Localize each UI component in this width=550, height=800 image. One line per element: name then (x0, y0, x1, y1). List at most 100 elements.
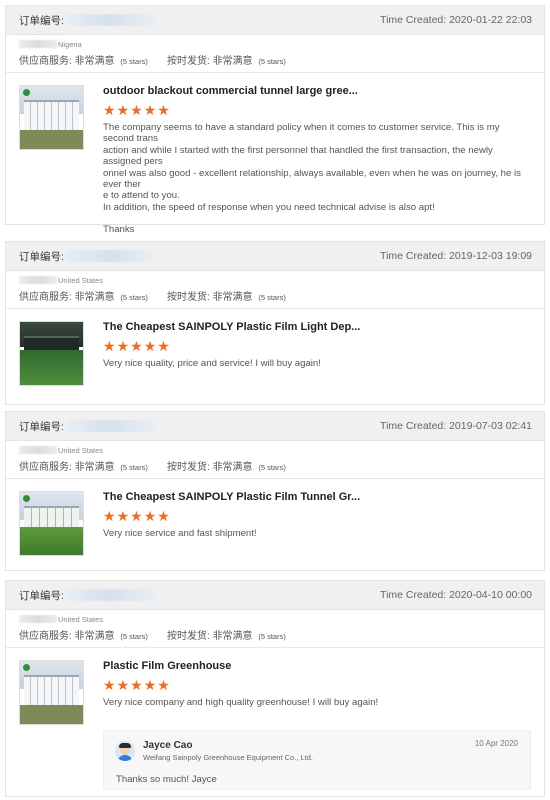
review-header: 订单编号: Time Created: 2019-07-03 02:41 (6, 412, 544, 441)
reply-author-name: Jayce Cao (143, 740, 193, 751)
star-icon: ★ (130, 677, 143, 693)
on-time-shipment-rating: 按时发货: 非常满意 (5 stars) (167, 627, 315, 642)
order-number-redacted (65, 250, 154, 262)
on-time-shipment-rating: 按时发货: 非常满意 (5 stars) (167, 458, 315, 473)
shipment-value: 非常满意 (212, 55, 253, 67)
buyer-meta: United States 供应商服务: 非常满意 (5 stars) 按时发货… (6, 271, 544, 304)
buyer-country: Nigeria (58, 39, 82, 49)
greenhouse-product-thumbnail[interactable] (19, 85, 84, 150)
review-text: Very nice quality, price and service! I … (103, 358, 321, 369)
star-icon: ★ (130, 338, 143, 354)
star-rating: ★ ★ ★ ★ ★ (103, 508, 531, 524)
product-title[interactable]: The Cheapest SAINPOLY Plastic Film Light… (103, 319, 531, 335)
on-time-shipment-rating: 按时发货: 非常满意 (5 stars) (167, 52, 315, 67)
buyer-name-redacted (19, 40, 57, 48)
star-icon: ★ (103, 338, 116, 354)
star-icon: ★ (103, 102, 116, 118)
star-icon: ★ (116, 677, 130, 693)
buyer-country: United States (58, 275, 104, 285)
review-content: The Cheapest SAINPOLY Plastic Film Tunne… (103, 491, 531, 556)
shipment-value: 非常满意 (212, 630, 253, 642)
buyer-meta: United States 供应商服务: 非常满意 (5 stars) 按时发货… (6, 610, 544, 643)
buyer-name-redacted (19, 276, 57, 284)
star-icon: ★ (143, 102, 157, 118)
review-card: 订单编号: Time Created: 2020-01-22 22:03 Nig… (5, 5, 545, 235)
product-title[interactable]: Plastic Film Greenhouse (103, 658, 531, 674)
supplier-service-label: 供应商服务: (19, 291, 72, 303)
order-label: 订单编号: (19, 420, 64, 433)
buyer-location: Nigeria (19, 38, 531, 50)
star-icon: ★ (130, 102, 143, 118)
supplier-service-value: 非常满意 (74, 291, 115, 303)
review-text: The company seems to have a standard pol… (103, 122, 531, 236)
star-icon: ★ (157, 338, 170, 354)
service-ratings: 供应商服务: 非常满意 (5 stars) 按时发货: 非常满意 (5 star… (19, 456, 531, 474)
shipment-stars: (5 stars) (258, 56, 286, 66)
shipment-stars: (5 stars) (258, 631, 286, 641)
shipment-label: 按时发货: (167, 630, 210, 642)
buyer-name-redacted (19, 615, 57, 623)
star-icon: ★ (143, 338, 157, 354)
shipment-label: 按时发货: (167, 55, 210, 67)
buyer-country: United States (58, 445, 104, 455)
order-number-redacted (65, 589, 154, 601)
order-label: 订单编号: (19, 250, 64, 263)
order-number: 订单编号: (19, 419, 154, 434)
shipment-value: 非常满意 (212, 461, 253, 473)
review-content: Plastic Film Greenhouse ★ ★ ★ ★ ★ Very n… (103, 660, 531, 725)
star-icon: ★ (157, 677, 170, 693)
star-icon: ★ (116, 338, 130, 354)
supplier-service-rating: 供应商服务: 非常满意 (5 stars) (19, 52, 167, 67)
time-created: Time Created: 2019-07-03 02:41 (380, 420, 532, 432)
buyer-meta: United States 供应商服务: 非常满意 (5 stars) 按时发货… (6, 441, 544, 474)
star-icon: ★ (103, 508, 116, 524)
buyer-country: United States (58, 614, 104, 624)
supplier-service-value: 非常满意 (74, 461, 115, 473)
reply-date: 10 Apr 2020 (474, 739, 518, 748)
time-created: Time Created: 2020-01-22 22:03 (380, 14, 532, 26)
star-icon: ★ (116, 508, 130, 524)
star-icon: ★ (103, 677, 116, 693)
order-number-redacted (65, 14, 154, 26)
avatar (115, 741, 135, 761)
review-body: The Cheapest SAINPOLY Plastic Film Tunne… (6, 479, 544, 556)
review-text: Very nice service and fast shipment! (103, 528, 257, 539)
star-icon: ★ (157, 508, 170, 524)
order-label: 订单编号: (19, 14, 64, 27)
star-rating: ★ ★ ★ ★ ★ (103, 677, 531, 693)
order-number-redacted (65, 420, 154, 432)
product-title[interactable]: outdoor blackout commercial tunnel large… (103, 83, 531, 99)
buyer-location: United States (19, 444, 531, 456)
service-ratings: 供应商服务: 非常满意 (5 stars) 按时发货: 非常满意 (5 star… (19, 50, 531, 68)
product-title[interactable]: The Cheapest SAINPOLY Plastic Film Tunne… (103, 489, 531, 505)
time-created: Time Created: 2020-04-10 00:00 (380, 589, 532, 601)
supplier-service-rating: 供应商服务: 非常满意 (5 stars) (19, 288, 167, 303)
review-card: 订单编号: Time Created: 2019-07-03 02:41 Uni… (5, 411, 545, 571)
supplier-service-value: 非常满意 (74, 630, 115, 642)
reply-text: Thanks so much! Jayce (116, 774, 217, 785)
star-icon: ★ (143, 508, 157, 524)
star-icon: ★ (130, 508, 143, 524)
star-rating: ★ ★ ★ ★ ★ (103, 338, 531, 354)
review-card: 订单编号: Time Created: 2019-12-03 19:09 Uni… (5, 241, 545, 405)
star-icon: ★ (116, 102, 130, 118)
supplier-service-label: 供应商服务: (19, 461, 72, 473)
light-dep-greenhouse-thumbnail[interactable] (19, 321, 84, 386)
order-number: 订单编号: (19, 588, 154, 603)
review-content: outdoor blackout commercial tunnel large… (103, 85, 531, 236)
tunnel-greenhouse-thumbnail[interactable] (19, 491, 84, 556)
review-content: The Cheapest SAINPOLY Plastic Film Light… (103, 321, 531, 386)
plastic-film-greenhouse-thumbnail[interactable] (19, 660, 84, 725)
review-body: Plastic Film Greenhouse ★ ★ ★ ★ ★ Very n… (6, 648, 544, 725)
shipment-value: 非常满意 (212, 291, 253, 303)
buyer-location: United States (19, 274, 531, 286)
supplier-reply: Jayce Cao Weifang Sainpoly Greenhouse Eq… (103, 730, 531, 790)
order-label: 订单编号: (19, 589, 64, 602)
order-number: 订单编号: (19, 249, 154, 264)
service-ratings: 供应商服务: 非常满意 (5 stars) 按时发货: 非常满意 (5 star… (19, 625, 531, 643)
star-icon: ★ (157, 102, 170, 118)
supplier-service-stars: (5 stars) (120, 56, 148, 66)
supplier-service-stars: (5 stars) (120, 631, 148, 641)
review-header: 订单编号: Time Created: 2020-01-22 22:03 (6, 6, 544, 35)
on-time-shipment-rating: 按时发货: 非常满意 (5 stars) (167, 288, 315, 303)
